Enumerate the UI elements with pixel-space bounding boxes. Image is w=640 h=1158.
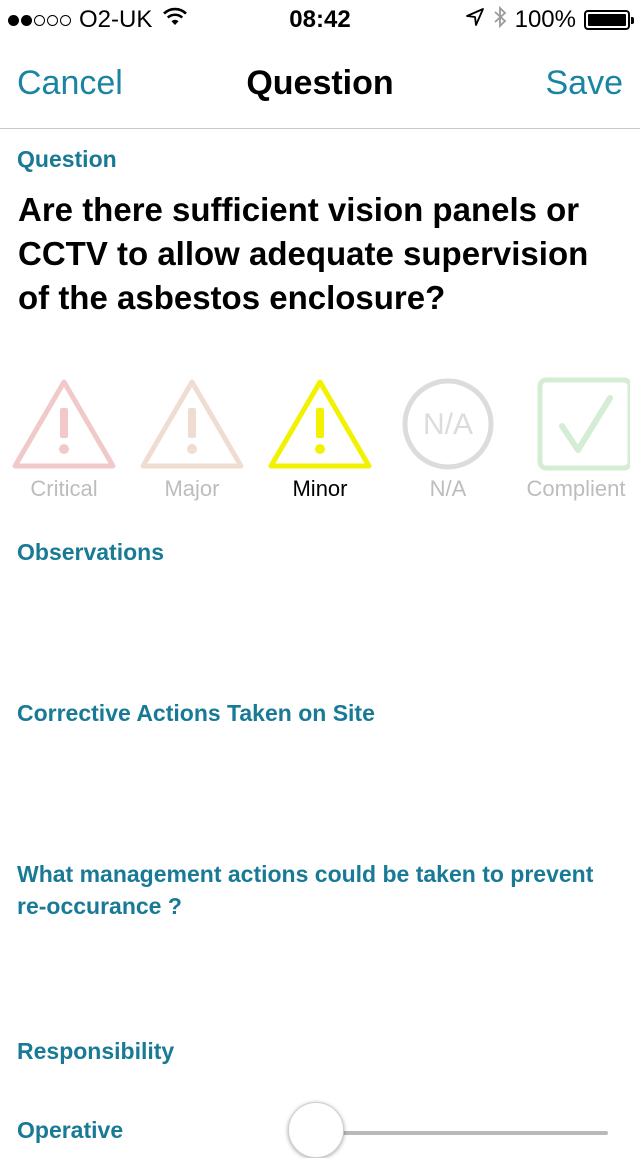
- location-arrow-icon: [465, 6, 485, 34]
- question-text: Are there sufficient vision panels or CC…: [18, 191, 589, 316]
- warning-triangle-icon: [0, 376, 128, 472]
- rating-major[interactable]: Major: [128, 376, 256, 502]
- rating-label: Critical: [30, 476, 98, 501]
- operative-label: Operative: [17, 1117, 124, 1143]
- rating-compliant[interactable]: Complient: [512, 376, 640, 502]
- battery-percent: 100%: [514, 6, 576, 33]
- rating-label: Major: [164, 476, 220, 501]
- observations-label: Observations: [17, 539, 164, 565]
- checkbox-tick-icon: [512, 376, 640, 472]
- rating-label: Complient: [526, 476, 626, 501]
- page-title: Question: [246, 64, 394, 102]
- status-bar: O2-UK 08:42 100%: [0, 0, 640, 40]
- operative-slider[interactable]: [288, 1102, 608, 1158]
- bluetooth-icon: [493, 5, 507, 36]
- responsibility-label: Responsibility: [17, 1038, 175, 1064]
- save-button[interactable]: Save: [546, 64, 624, 103]
- warning-triangle-icon: [256, 376, 384, 472]
- rating-label: Minor: [292, 476, 348, 501]
- rating-minor[interactable]: Minor: [256, 376, 384, 502]
- management-actions-label: What management actions could be taken t…: [17, 861, 594, 919]
- rating-na[interactable]: N/A N/A: [384, 376, 512, 502]
- slider-thumb[interactable]: [288, 1102, 344, 1158]
- battery-icon: [584, 10, 634, 30]
- corrective-actions-label: Corrective Actions Taken on Site: [17, 700, 375, 726]
- warning-triangle-icon: [128, 376, 256, 472]
- rating-critical[interactable]: Critical: [0, 376, 128, 502]
- slider-track[interactable]: [318, 1131, 608, 1135]
- rating-label: N/A: [429, 476, 467, 501]
- status-right: 100%: [465, 5, 634, 36]
- na-circle-icon: N/A: [384, 376, 512, 472]
- rating-selector: Critical Major Minor N/A N/A Complient: [0, 376, 640, 506]
- question-label: Question: [17, 146, 117, 172]
- na-icon-text: N/A: [423, 408, 473, 441]
- navigation-bar: Cancel Question Save: [0, 40, 640, 129]
